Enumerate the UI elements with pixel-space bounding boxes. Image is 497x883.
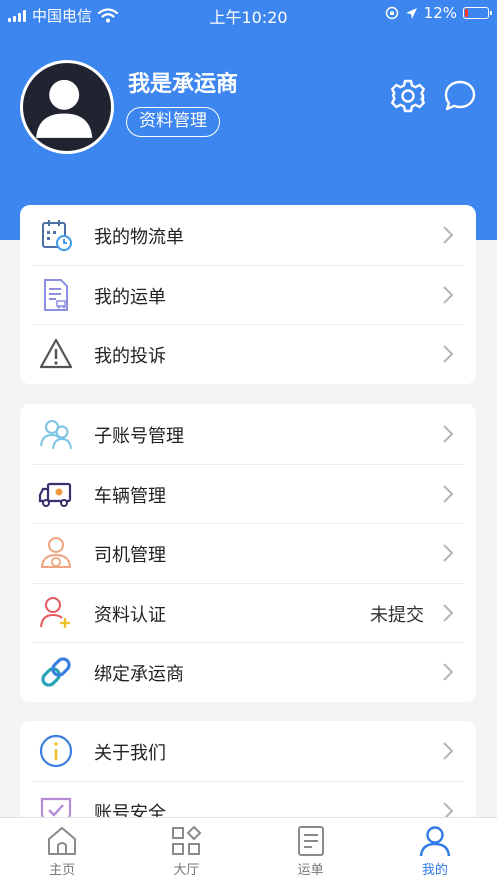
tab-label: 运单 [297, 863, 324, 878]
menu-group-management: 子账号管理 车辆管理 司机管理 资料认证 未提交 绑定承运商 [20, 404, 476, 702]
menu-item-label: 资料认证 [94, 604, 166, 626]
username: 我是承运商 [128, 72, 239, 97]
menu-item-label: 司机管理 [94, 545, 166, 566]
menu-group-about: 关于我们 账号安全 [20, 721, 476, 821]
document-truck-icon [44, 278, 68, 311]
info-icon [39, 734, 73, 768]
truck-icon [38, 482, 72, 507]
menu-item-waybills[interactable]: 我的运单 [20, 264, 476, 325]
menu-item-about-us[interactable]: 关于我们 [20, 721, 476, 781]
link-icon [41, 657, 71, 687]
tab-label: 大厅 [173, 863, 200, 878]
person-silhouette-icon [36, 79, 93, 138]
certification-status: 未提交 [370, 604, 424, 626]
menu-item-label: 关于我们 [94, 743, 166, 764]
battery-icon [463, 7, 492, 19]
gear-icon[interactable] [390, 78, 426, 114]
home-icon [48, 827, 77, 855]
person-icon [419, 826, 451, 857]
tab-hall[interactable]: 大厅 [124, 818, 248, 883]
menu-item-complaints[interactable]: 我的投诉 [20, 324, 476, 384]
chevron-right-icon [443, 345, 454, 363]
menu-item-bind-carrier[interactable]: 绑定承运商 [20, 642, 476, 702]
driver-icon [40, 537, 72, 568]
calendar-clock-icon [42, 220, 72, 251]
battery-percent: 12% [423, 4, 457, 22]
menu-item-logistics-orders[interactable]: 我的物流单 [20, 205, 476, 265]
warning-icon [39, 338, 73, 369]
menu-item-label: 子账号管理 [94, 426, 184, 447]
chevron-right-icon [443, 603, 454, 622]
menu-item-certification[interactable]: 资料认证 未提交 [20, 582, 476, 643]
tab-bar: 主页 大厅 运单 我的 [0, 817, 497, 883]
status-bar: 中国电信 上午10:20 12% [0, 0, 497, 28]
chevron-right-icon [443, 544, 454, 562]
menu-item-account-security[interactable]: 账号安全 [20, 780, 476, 821]
profile-manage-button[interactable]: 资料管理 [126, 107, 220, 137]
chevron-right-icon [443, 226, 454, 244]
menu-item-label: 车辆管理 [94, 485, 166, 507]
menu-item-vehicles[interactable]: 车辆管理 [20, 463, 476, 524]
menu-item-label: 绑定承运商 [94, 664, 184, 685]
tab-label: 我的 [421, 863, 448, 878]
user-plus-icon [40, 596, 70, 628]
document-icon [297, 826, 324, 856]
chevron-right-icon [443, 285, 454, 304]
tab-home[interactable]: 主页 [0, 818, 124, 883]
grid-icon [172, 825, 202, 855]
menu-item-label: 我的物流单 [94, 227, 184, 248]
menu-item-subaccounts[interactable]: 子账号管理 [20, 404, 476, 464]
orientation-lock-icon [385, 6, 398, 20]
chevron-right-icon [443, 425, 454, 443]
menu-item-label: 我的运单 [94, 286, 166, 308]
menu-item-label: 我的投诉 [94, 346, 166, 367]
users-icon [40, 420, 72, 450]
location-arrow-icon [405, 7, 417, 19]
menu-item-drivers[interactable]: 司机管理 [20, 523, 476, 583]
menu-group-orders: 我的物流单 我的运单 我的投诉 [20, 205, 476, 384]
tab-mine[interactable]: 我的 [373, 818, 497, 883]
chevron-right-icon [443, 663, 454, 681]
chat-bubble-icon[interactable] [442, 78, 478, 114]
tab-label: 主页 [49, 863, 76, 878]
chevron-right-icon [443, 742, 454, 760]
avatar[interactable] [20, 60, 114, 154]
chevron-right-icon [443, 484, 454, 503]
tab-waybill[interactable]: 运单 [249, 818, 373, 883]
